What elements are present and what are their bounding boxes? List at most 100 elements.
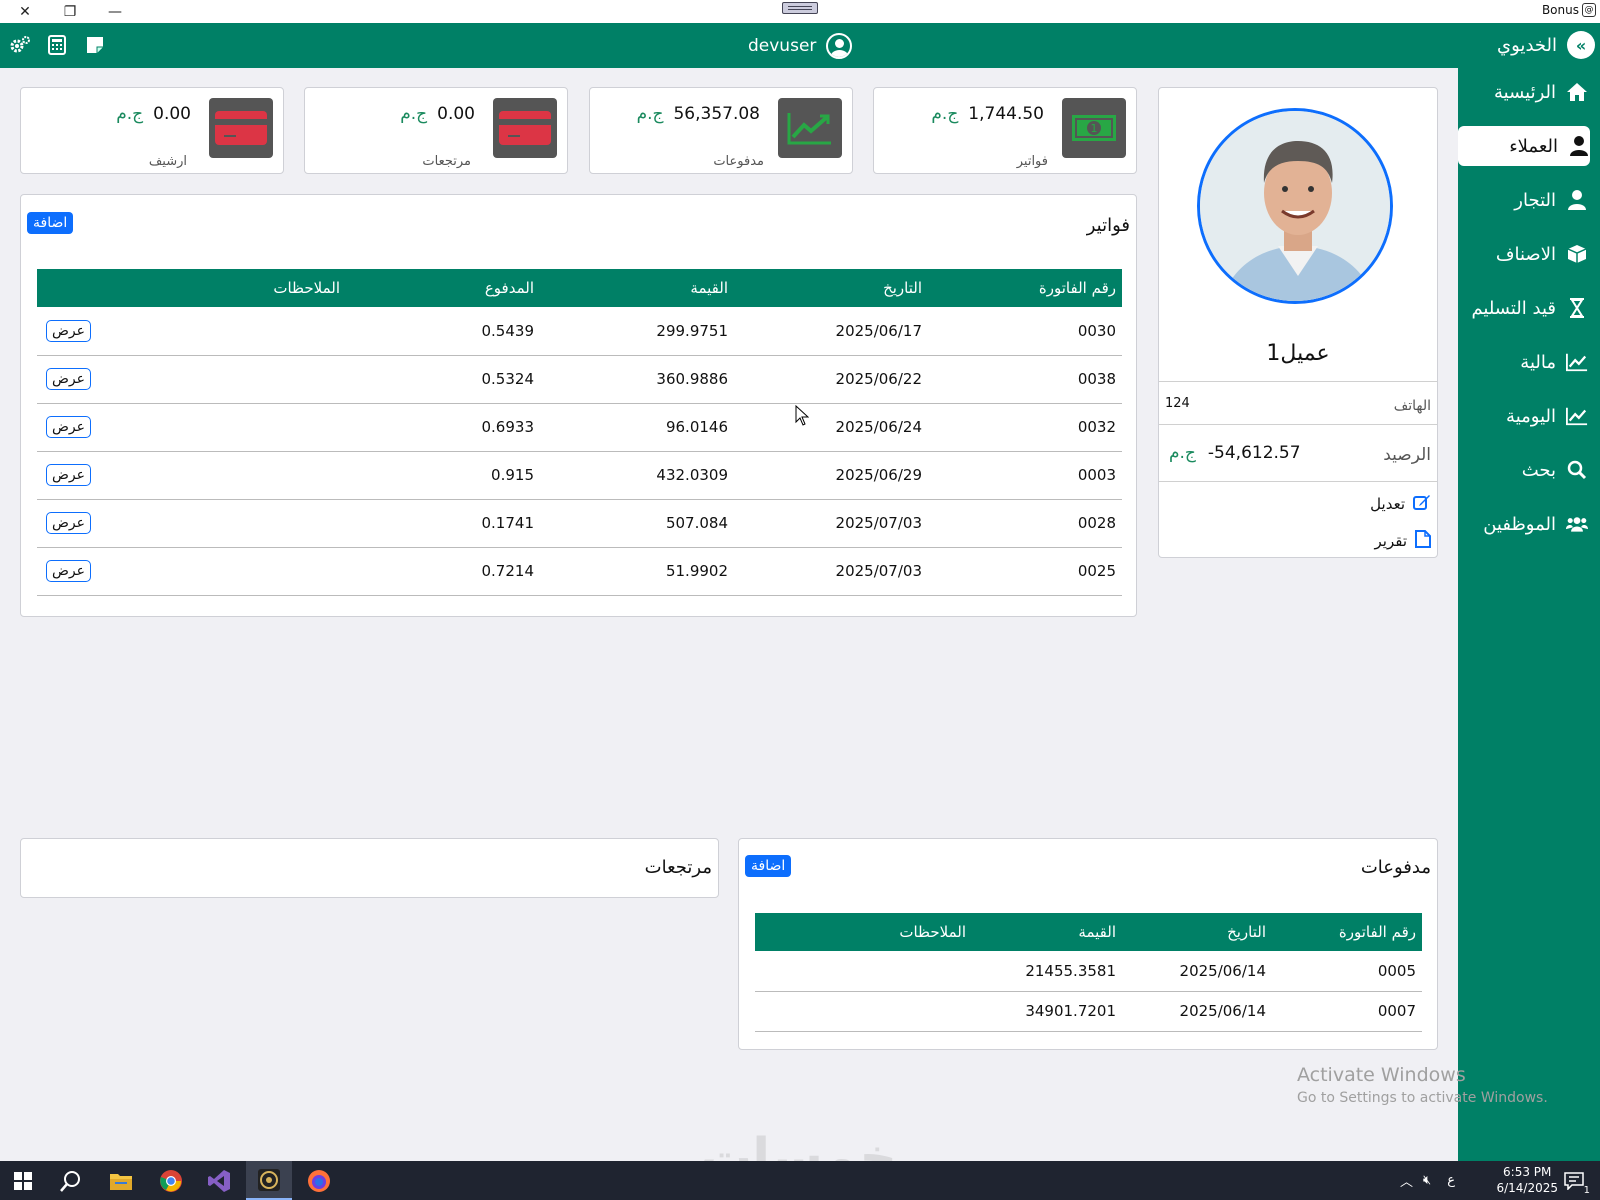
payment-date: 2025/06/14 [1122, 991, 1272, 1032]
column-header: المدفوع [346, 269, 540, 307]
table-row: 0005 2025/06/14 21455.3581 [755, 951, 1422, 992]
column-header: التاريخ [734, 269, 928, 307]
file-explorer-icon[interactable] [98, 1161, 144, 1200]
table-row: 0007 2025/06/14 34901.7201 [755, 991, 1422, 1032]
payment-notes [755, 991, 972, 1032]
stat-card-payments: ج.م 56,357.08 مدفوعات [589, 87, 853, 174]
payment-value: 21455.3581 [972, 951, 1122, 992]
stat-label: مدفوعات [713, 154, 764, 169]
payment-value: 34901.7201 [972, 991, 1122, 1032]
customer-name: عميل1 [1266, 341, 1330, 366]
stat-card-returns: ج.م 0.00 مرتجعات [304, 87, 568, 174]
brand-name: الخديوي [1497, 34, 1557, 56]
balance-amount: ج.م -54,612.57 [1169, 443, 1301, 463]
payment-notes [755, 951, 972, 992]
sidebar-item-search[interactable]: بحث [1458, 450, 1588, 490]
stat-value: 0.00 [437, 104, 475, 124]
view-button[interactable]: عرض [45, 368, 91, 390]
payment-date: 2025/06/14 [1122, 951, 1272, 992]
user-menu[interactable]: devuser [748, 33, 853, 59]
table-row: 0032 2025/06/24 96.0146 0.6933 عرض [37, 403, 1122, 452]
chevron-up-icon[interactable]: ︿ [1400, 1171, 1413, 1190]
add-invoice-button[interactable]: اضافة [27, 212, 74, 234]
clock[interactable]: 6:53 PM 6/14/2025 [1496, 1164, 1558, 1196]
box-icon [1566, 243, 1588, 265]
app-icon[interactable] [246, 1161, 292, 1200]
edit-link[interactable]: تعديل [1370, 494, 1431, 514]
avatar [1197, 108, 1393, 304]
sidebar-item-merchants[interactable]: التجار [1458, 180, 1588, 220]
invoice-value: 51.9902 [540, 547, 734, 596]
customer-profile-card: عميل1 الهاتف 124 الرصيد ج.م -54,612.57 ت… [1158, 87, 1438, 558]
report-link[interactable]: تقرير [1374, 530, 1431, 552]
search-icon[interactable] [48, 1161, 94, 1200]
taskbar: ︿ 🔇︎ ع 6:53 PM 6/14/2025 1 [0, 1161, 1600, 1200]
invoice-date: 2025/06/29 [734, 451, 928, 500]
close-window-icon[interactable]: ✕ [12, 0, 38, 23]
invoice-number: 0025 [928, 547, 1122, 596]
invoice-value: 96.0146 [540, 403, 734, 452]
stat-label: فواتير [1016, 154, 1048, 169]
file-icon [1415, 530, 1431, 552]
language-indicator[interactable]: ع [1447, 1173, 1455, 1188]
app-header: devuser الخديوي « [0, 23, 1600, 68]
home-icon [1566, 81, 1588, 103]
phone-label: الهاتف [1393, 398, 1431, 414]
chrome-icon[interactable] [148, 1161, 194, 1200]
view-button[interactable]: عرض [45, 464, 91, 486]
stat-value: 56,357.08 [673, 104, 760, 124]
invoice-notes [97, 355, 346, 404]
restore-window-icon[interactable]: ❐ [57, 0, 83, 23]
invoice-value: 299.9751 [540, 307, 734, 356]
invoice-number: 0003 [928, 451, 1122, 500]
column-header: الملاحظات [755, 913, 972, 951]
calculator-icon[interactable] [46, 34, 68, 56]
invoice-notes [97, 499, 346, 548]
sidebar-item-finance[interactable]: مالية [1458, 342, 1588, 382]
gears-icon[interactable] [9, 34, 31, 56]
invoice-number: 0028 [928, 499, 1122, 548]
invoice-notes [97, 403, 346, 452]
view-button[interactable]: عرض [45, 512, 91, 534]
column-header: القيمة [972, 913, 1122, 951]
edit-icon [1413, 494, 1431, 514]
stat-amount: ج.م 0.00 [116, 104, 191, 124]
search-icon [1566, 459, 1588, 481]
view-button[interactable]: عرض [45, 319, 91, 342]
sidebar-item-items[interactable]: الاصناف [1458, 234, 1588, 274]
volume-muted-icon[interactable]: 🔇︎ [1423, 1173, 1431, 1188]
table-row: 0028 2025/07/03 507.084 0.1741 عرض [37, 499, 1122, 548]
double-chevron-icon[interactable]: « [1567, 31, 1595, 59]
invoice-date: 2025/06/22 [734, 355, 928, 404]
hourglass-icon [1566, 297, 1588, 319]
sidebar-item-customers[interactable]: العملاء [1458, 126, 1590, 166]
invoice-date: 2025/07/03 [734, 499, 928, 548]
brand[interactable]: الخديوي « [1497, 31, 1595, 59]
users-icon [1566, 513, 1588, 535]
user-circle-icon [826, 33, 853, 59]
sidebar-item-pending-delivery[interactable]: قيد التسليم [1458, 288, 1588, 328]
drag-handle[interactable] [782, 2, 818, 14]
view-button[interactable]: عرض [45, 560, 91, 582]
notifications-icon[interactable]: 1 [1552, 1161, 1596, 1200]
invoice-number: 0038 [928, 355, 1122, 404]
windows-start-icon[interactable] [0, 1161, 46, 1200]
invoice-date: 2025/06/24 [734, 403, 928, 452]
sidebar-item-home[interactable]: الرئيسية [1458, 72, 1588, 112]
stat-value: 0.00 [153, 104, 191, 124]
column-header: رقم الفاتورة [1272, 913, 1422, 951]
sidebar-item-label: الرئيسية [1494, 81, 1556, 103]
view-button[interactable]: عرض [45, 416, 91, 438]
sticky-note-icon[interactable] [84, 34, 106, 56]
sidebar-item-daily[interactable]: اليومية [1458, 396, 1588, 436]
report-label: تقرير [1374, 532, 1408, 550]
payment-number: 0007 [1272, 991, 1422, 1032]
firefox-icon[interactable] [296, 1161, 342, 1200]
invoice-paid: 0.5324 [346, 355, 540, 404]
sidebar-item-employees[interactable]: الموظفين [1458, 504, 1588, 544]
visual-studio-icon[interactable] [196, 1161, 242, 1200]
svg-text:1: 1 [1091, 122, 1098, 135]
minimize-window-icon[interactable]: — [102, 0, 128, 23]
add-payment-button[interactable]: اضافة [745, 855, 792, 877]
sidebar-item-label: الاصناف [1495, 243, 1556, 265]
